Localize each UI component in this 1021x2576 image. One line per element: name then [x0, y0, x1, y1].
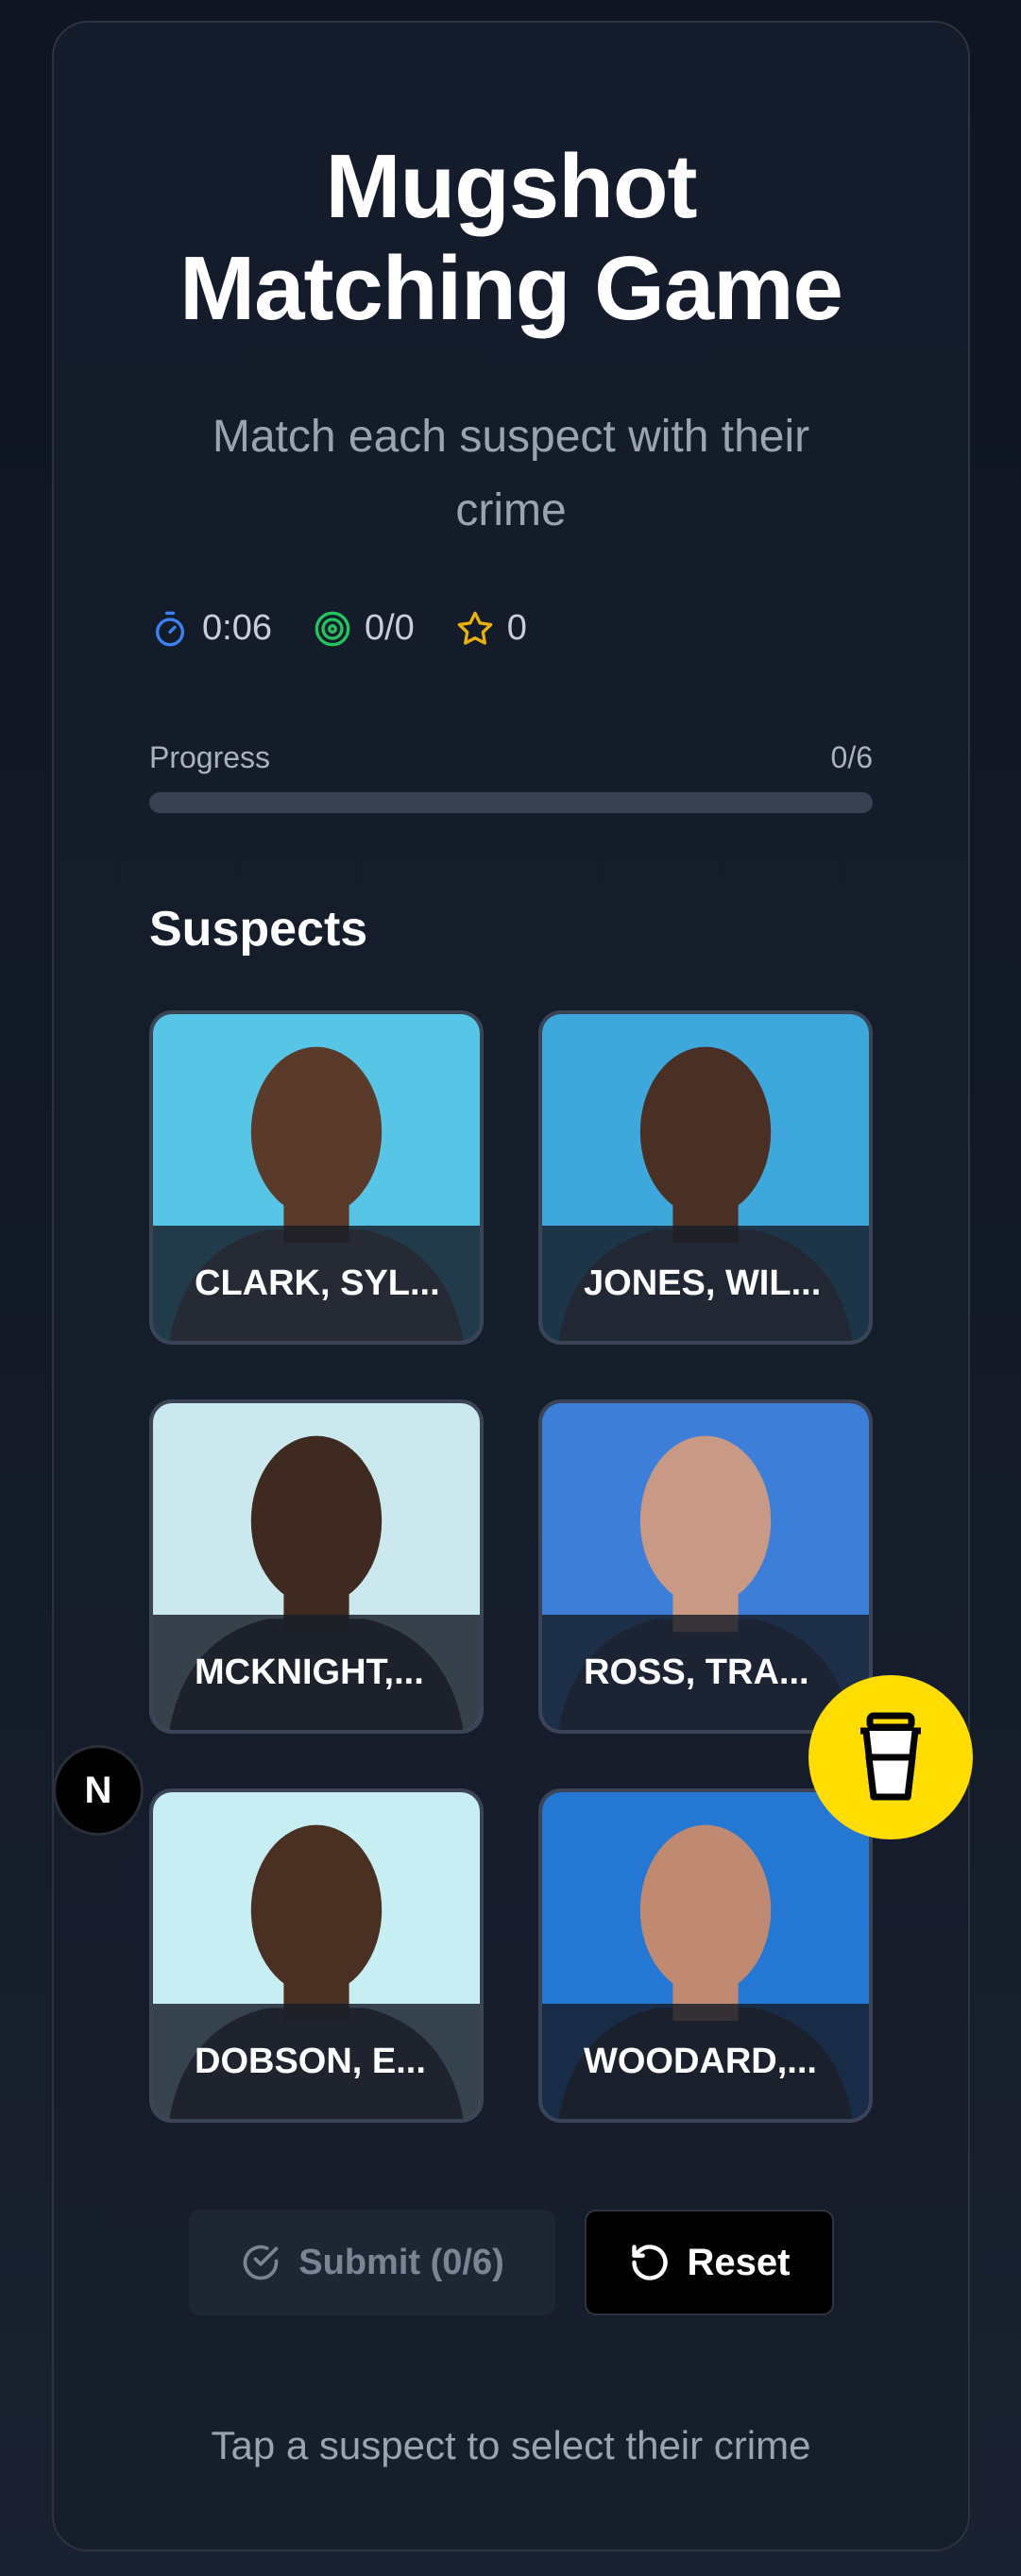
- progress-label: Progress: [149, 740, 271, 774]
- suspect-card[interactable]: DOBSON, E...: [149, 1788, 484, 2123]
- buy-me-coffee-button[interactable]: [808, 1675, 973, 1839]
- timer-value: 0:06: [202, 608, 272, 648]
- timer-stat: 0:06: [151, 608, 272, 649]
- submit-label: Submit (0/6): [298, 2242, 504, 2282]
- suspect-name: WOODARD,...: [542, 2004, 869, 2119]
- stars-value: 0: [506, 608, 527, 648]
- title-line-2: Matching Game: [179, 238, 843, 339]
- stats-bar: 0:06 0/0 0: [151, 608, 527, 649]
- progress-count: 0/6: [830, 740, 873, 774]
- next-dev-badge[interactable]: N: [53, 1745, 144, 1836]
- page-subtitle: Match each suspect with their crime: [212, 412, 810, 535]
- hint-text: Tap a suspect to select their crime: [211, 2423, 811, 2467]
- rotate-ccw-icon: [629, 2242, 671, 2283]
- suspect-card[interactable]: CLARK, SYL...: [149, 1010, 484, 1345]
- game-card: Mugshot Matching Game Match each suspect…: [52, 21, 970, 2551]
- suspect-name: MCKNIGHT,...: [153, 1615, 480, 1730]
- title-line-1: Mugshot: [325, 136, 698, 237]
- submit-button[interactable]: Submit (0/6): [189, 2210, 555, 2315]
- suspect-name: ROSS, TRA...: [542, 1615, 869, 1730]
- suspect-card[interactable]: ROSS, TRA...: [538, 1399, 873, 1734]
- suspect-name: CLARK, SYL...: [153, 1226, 480, 1341]
- suspect-name: JONES, WIL...: [542, 1226, 869, 1341]
- coffee-cup-icon: [853, 1712, 928, 1803]
- reset-button[interactable]: Reset: [585, 2210, 834, 2315]
- progress-bar: [149, 792, 873, 813]
- check-circle-icon: [240, 2242, 281, 2283]
- target-icon: [314, 610, 351, 648]
- suspect-card[interactable]: MCKNIGHT,...: [149, 1399, 484, 1734]
- score-value: 0/0: [364, 608, 415, 648]
- suspect-name: DOBSON, E...: [153, 2004, 480, 2119]
- suspect-card[interactable]: JONES, WIL...: [538, 1010, 873, 1345]
- reset-label: Reset: [687, 2241, 791, 2283]
- score-stat: 0/0: [314, 608, 415, 649]
- suspects-heading: Suspects: [149, 902, 368, 957]
- timer-icon: [151, 610, 189, 648]
- suspect-card[interactable]: WOODARD,...: [538, 1788, 873, 2123]
- page-title: Mugshot Matching Game: [54, 136, 968, 340]
- star-icon: [456, 610, 494, 648]
- stars-stat: 0: [456, 608, 527, 649]
